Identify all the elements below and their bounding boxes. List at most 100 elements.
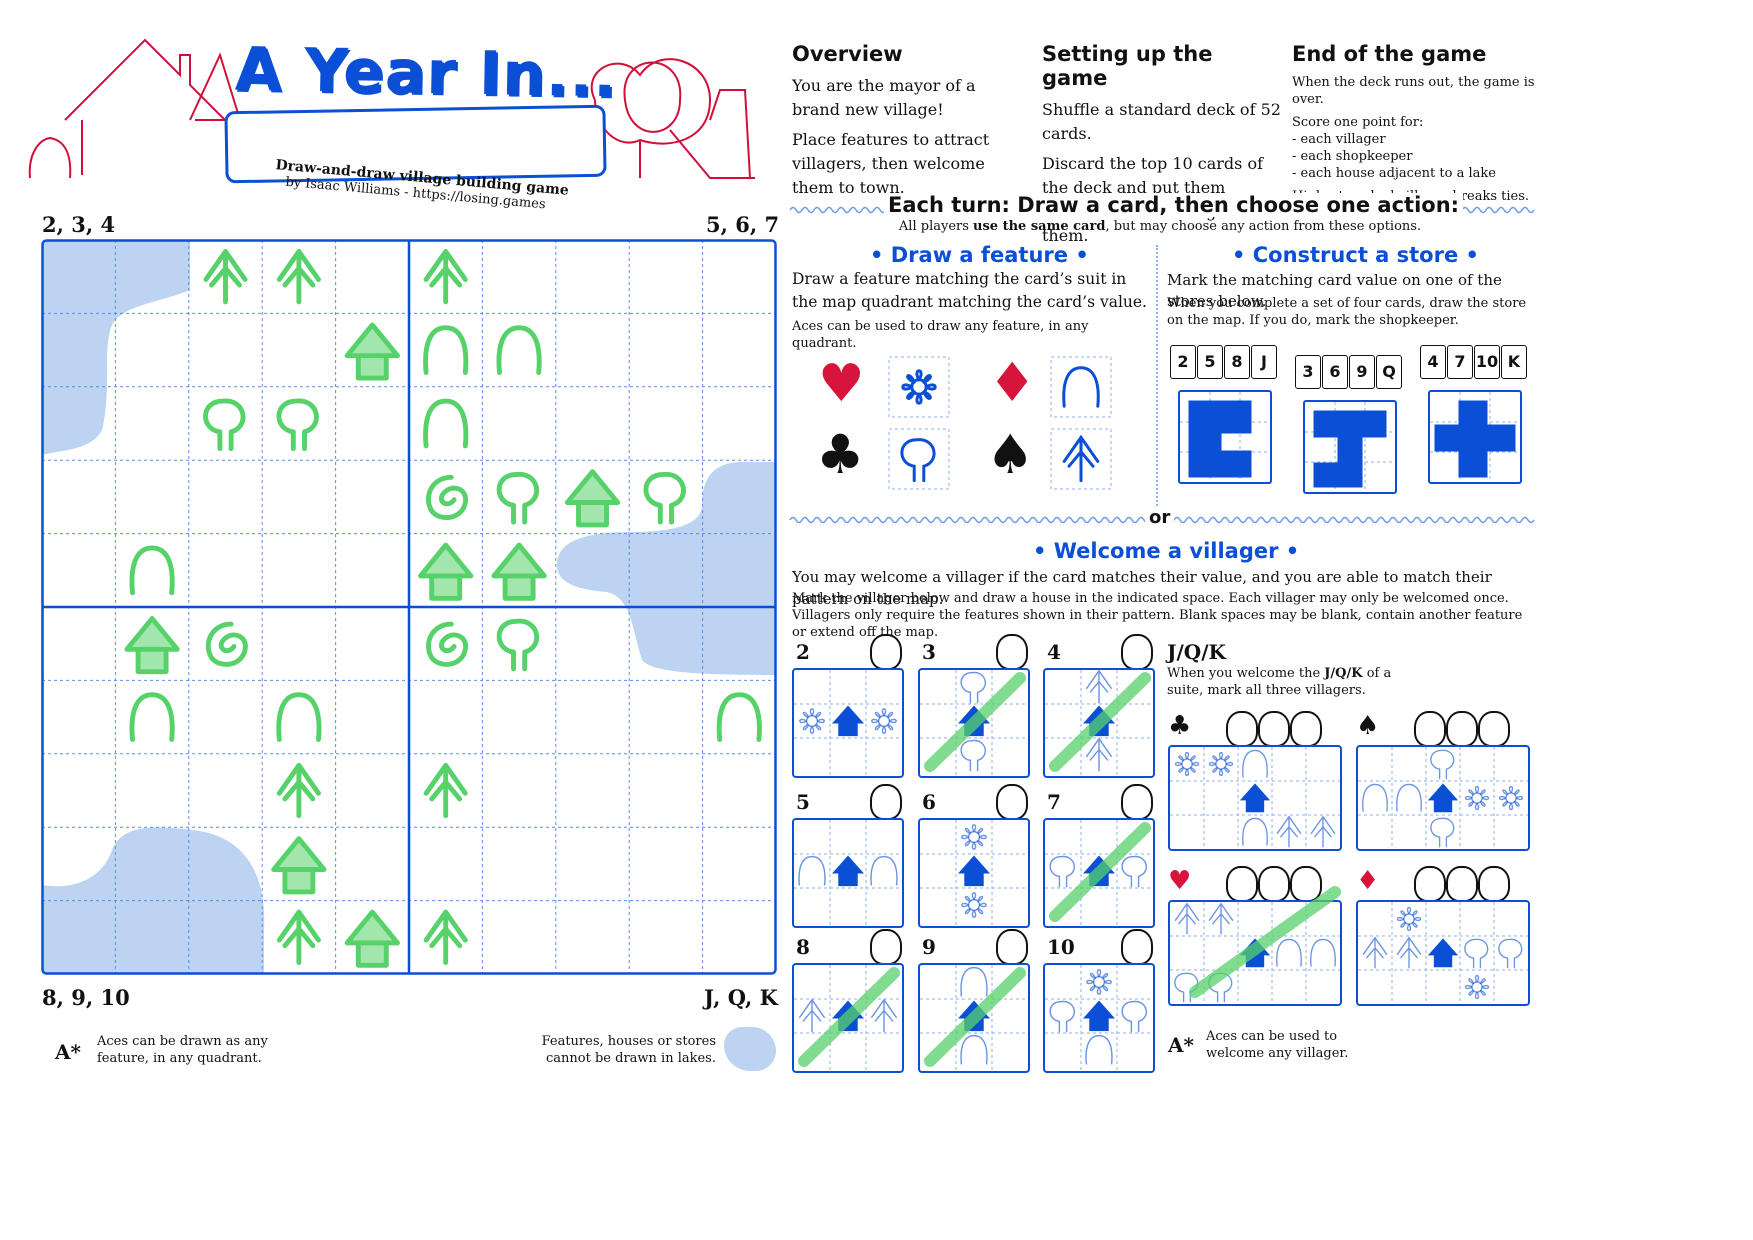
map-feature-tree [276,398,319,452]
store-card-value[interactable]: 6 [1322,355,1348,389]
store-card-value[interactable]: K [1501,345,1527,379]
villager-face-icon[interactable] [996,784,1028,820]
map-feature-hill [496,325,542,375]
store-card-value[interactable]: 10 [1474,345,1500,379]
map-feature-hill [716,692,762,742]
store-card-value[interactable]: 7 [1447,345,1473,379]
overview-heading: Overview [792,42,903,66]
quadrant-label-bottom-left: 8, 9, 10 [42,985,130,1010]
clubs-suit-icon: ♣ [1168,711,1192,741]
store-card-value[interactable]: Q [1376,355,1402,389]
map-feature-hut [344,322,400,381]
store-card-value[interactable]: 5 [1197,345,1223,379]
map-feature-pine [423,762,468,819]
villager-face-icon[interactable] [1121,784,1153,820]
hill-feature-icon [1050,356,1112,418]
store-blueprint [1428,390,1522,484]
ace-note: Aces can be drawn as any feature, in any … [97,1034,268,1066]
store-card-value[interactable]: 3 [1295,355,1321,389]
villager-face-icon[interactable] [996,634,1028,670]
villager-face-icon[interactable] [870,784,902,820]
map-feature-hill [129,545,175,596]
map-feature-hill [276,692,322,742]
quadrant-label-top-right: 5, 6, 7 [706,212,780,237]
map-feature-hut [124,616,180,675]
royal-villager-face-icon[interactable] [1414,711,1446,747]
section-divider [1156,245,1158,510]
store-card-value[interactable]: 4 [1420,345,1446,379]
map-feature-hut [564,469,621,528]
map-feature-hill [129,692,175,742]
royal-villager-face-icon[interactable] [1478,866,1510,902]
royal-villager-face-icon[interactable] [1446,866,1478,902]
map-feature-pine [423,249,468,305]
royal-villager-face-icon[interactable] [1290,866,1322,902]
villager-pattern [918,668,1030,778]
ace-villager-note: Aces can be used to welcome any villager. [1206,1029,1349,1061]
setup-heading: Setting up the game [1042,42,1213,90]
villager-value: 2 [796,640,810,664]
royal-villager-face-icon[interactable] [1226,866,1258,902]
store-card-value[interactable]: 9 [1349,355,1375,389]
suite-pattern [1168,886,1342,1006]
map-feature-swirl [426,474,468,521]
villager-pattern [792,963,904,1073]
villager-face-icon[interactable] [870,634,902,670]
map-feature-swirl [426,621,468,667]
villager-face-icon[interactable] [870,929,902,965]
villager-value: 7 [1047,790,1061,814]
welcome-heading: • Welcome a villager • [1033,539,1300,563]
lake-swatch [724,1027,776,1071]
royal-villager-face-icon[interactable] [1290,711,1322,747]
royal-villager-face-icon[interactable] [1414,866,1446,902]
store-card-value[interactable]: 2 [1170,345,1196,379]
villager-value: 8 [796,935,810,959]
villager-pattern [918,963,1030,1073]
welcome-note: Mark the villager below and draw a house… [792,591,1523,640]
villager-face-icon[interactable] [1121,929,1153,965]
map-feature-hut [271,836,327,895]
royal-villager-face-icon[interactable] [1478,711,1510,747]
map-feature-hut [344,909,400,968]
store-card-value[interactable]: J [1251,345,1277,379]
construct-heading: • Construct a store • [1232,243,1479,267]
village-map[interactable] [41,239,777,975]
flower-feature-icon [888,356,950,418]
ace-villager-symbol: A* [1168,1033,1194,1057]
store-card-value[interactable]: 8 [1224,345,1250,379]
map-feature-pine [276,249,321,305]
villager-pattern [1043,818,1155,928]
map-feature-pine [276,909,321,965]
lake [42,240,190,455]
villager-pattern [792,668,904,778]
royal-villager-face-icon[interactable] [1258,711,1290,747]
map-feature-hill [423,325,469,375]
map-feature-tree [496,472,540,525]
pine-feature-icon [1050,428,1112,490]
villager-value: 5 [796,790,810,814]
draw-feature-text: Draw a feature matching the card’s suit … [792,270,1147,311]
quadrant-label-bottom-right: J, Q, K [704,985,778,1010]
map-feature-hut [418,542,474,601]
villager-value: 4 [1047,640,1061,664]
store-blueprint [1178,390,1272,484]
suite-pattern [1356,745,1530,851]
hearts-suit-icon: ♥ [818,354,865,414]
royal-villager-face-icon[interactable] [1258,866,1290,902]
villager-pattern [918,818,1030,928]
villager-pattern [1043,963,1155,1073]
villager-face-icon[interactable] [1121,634,1153,670]
ace-symbol: A* [55,1040,81,1064]
villager-face-icon[interactable] [996,929,1028,965]
villager-pattern [792,818,904,928]
map-feature-hill [423,398,469,449]
royal-villager-face-icon[interactable] [1446,711,1478,747]
spades-suit-icon: ♠ [1356,711,1380,741]
villager-pattern [1043,668,1155,778]
construct-note: When you complete a set of four cards, d… [1167,296,1527,328]
map-feature-tree [203,398,246,452]
game-title: A Year In... [234,34,618,112]
royal-villager-face-icon[interactable] [1226,711,1258,747]
lake-note: Features, houses or stores cannot be draw… [541,1034,716,1066]
draw-feature-heading: • Draw a feature • [870,243,1089,267]
